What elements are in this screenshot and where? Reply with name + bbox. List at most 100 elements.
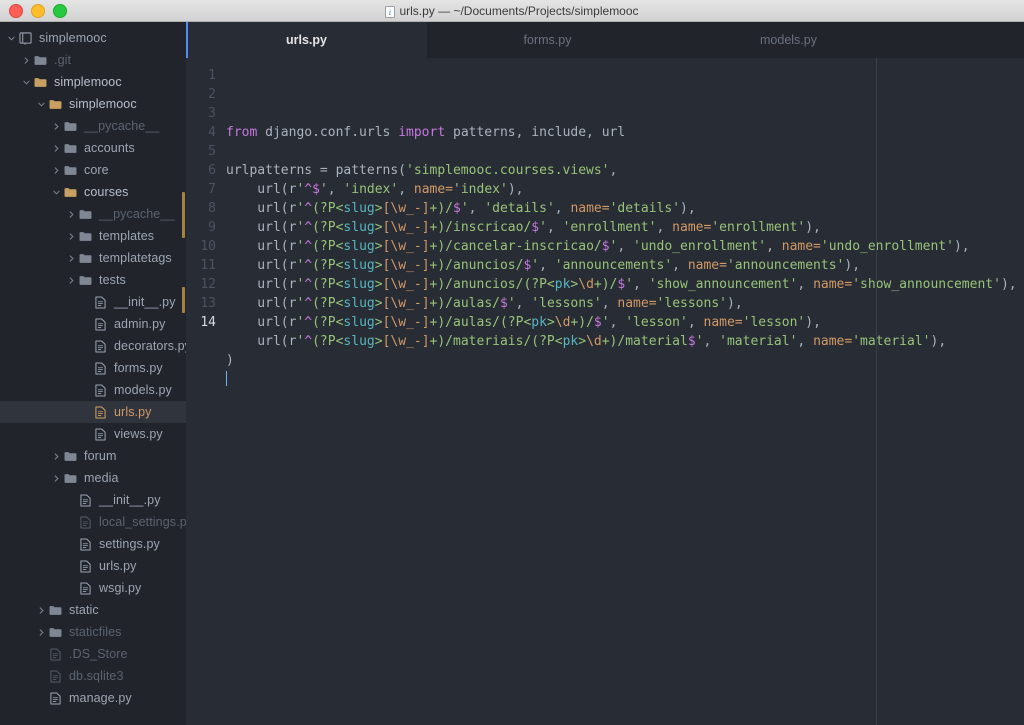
code-token: patterns, include, url — [453, 125, 626, 140]
chevron-right-icon[interactable] — [66, 254, 77, 262]
code-token: , — [327, 182, 344, 197]
tree-file-item[interactable]: admin.py — [0, 313, 186, 335]
file-tree-sidebar[interactable]: simplemooc .git simplemooc simplemooc __pyca… — [0, 22, 186, 725]
maximize-button[interactable] — [53, 3, 67, 18]
tree-item-label: static — [69, 603, 99, 617]
code-line[interactable]: urlpatterns = patterns('simplemooc.cours… — [226, 161, 1024, 180]
code-content[interactable]: from django.conf.urls import patterns, i… — [222, 58, 1024, 725]
code-token: name= — [813, 334, 853, 349]
tree-file-item[interactable]: urls.py — [0, 555, 186, 577]
code-token: 'material' — [852, 334, 931, 349]
tree-file-item[interactable]: db.sqlite3 — [0, 665, 186, 687]
code-token: 'details' — [484, 201, 555, 216]
close-button[interactable] — [9, 3, 23, 18]
code-token: 'announcements' — [554, 258, 673, 273]
tree-file-item[interactable]: models.py — [0, 379, 186, 401]
tree-folder-item[interactable]: tests — [0, 269, 186, 291]
chevron-down-icon[interactable] — [21, 79, 32, 86]
chevron-down-icon[interactable] — [51, 189, 62, 196]
code-token: ^ — [304, 201, 313, 216]
tree-file-item[interactable]: manage.py — [0, 687, 186, 709]
chevron-right-icon[interactable] — [51, 452, 62, 460]
code-token: (?P< — [312, 315, 344, 330]
tree-folder-item[interactable]: templatetags — [0, 247, 186, 269]
tree-folder-item[interactable]: forum — [0, 445, 186, 467]
code-token: [\w_-] — [382, 201, 430, 216]
chevron-right-icon[interactable] — [66, 232, 77, 240]
editor-tab-bar[interactable]: urls.py forms.py models.py — [186, 22, 1024, 58]
editor-tab-label: urls.py — [286, 33, 327, 47]
code-line[interactable]: url(r ' ^(?P<slug>[\w_-]+)/anuncios/(?P<pk… — [226, 275, 1024, 294]
tree-file-item[interactable]: decorators.py — [0, 335, 186, 357]
editor-tab[interactable]: models.py — [668, 22, 909, 58]
tree-file-item[interactable]: __init__.py — [0, 291, 186, 313]
chevron-right-icon[interactable] — [36, 628, 47, 636]
code-line[interactable]: from django.conf.urls import patterns, i… — [226, 123, 1024, 142]
tree-folder-item[interactable]: simplemooc — [0, 27, 186, 49]
code-line[interactable]: ) — [226, 351, 1024, 370]
editor-tab[interactable]: forms.py — [427, 22, 668, 58]
code-line[interactable] — [226, 370, 1024, 389]
tree-folder-item[interactable]: simplemooc — [0, 93, 186, 115]
code-line[interactable]: url(r'^(?P<slug>[\w_-]+)/anuncios/$', 'a… — [226, 256, 1024, 275]
tree-folder-item[interactable]: templates — [0, 225, 186, 247]
tree-file-item[interactable]: local_settings.py — [0, 511, 186, 533]
code-token: ' — [460, 201, 469, 216]
chevron-right-icon[interactable] — [51, 144, 62, 152]
chevron-right-icon[interactable] — [51, 166, 62, 174]
tree-folder-item[interactable]: .git — [0, 49, 186, 71]
code-line[interactable]: url(r'^(?P<slug>[\w_-]+)/$', 'details', … — [226, 199, 1024, 218]
minimize-button[interactable] — [31, 3, 45, 18]
tree-file-item[interactable]: wsgi.py — [0, 577, 186, 599]
tree-file-item[interactable]: settings.py — [0, 533, 186, 555]
tree-folder-item[interactable]: accounts — [0, 137, 186, 159]
code-token: name= — [703, 315, 743, 330]
code-line[interactable]: url(r'^(?P<slug>[\w_-]+)/materiais/(?P<p… — [226, 332, 1024, 351]
tree-file-item[interactable]: forms.py — [0, 357, 186, 379]
code-token: 'lessons' — [531, 296, 602, 311]
tree-folder-item[interactable]: simplemooc — [0, 71, 186, 93]
code-token: ^ — [304, 334, 313, 349]
chevron-right-icon[interactable] — [51, 474, 62, 482]
tree-folder-item[interactable]: courses — [0, 181, 186, 203]
tree-file-item[interactable]: __init__.py — [0, 489, 186, 511]
tree-folder-item[interactable]: static — [0, 599, 186, 621]
code-token: , — [515, 296, 532, 311]
tree-folder-item[interactable]: media — [0, 467, 186, 489]
code-line[interactable]: url(r'^(?P<slug>[\w_-]+)/aulas/$', 'less… — [226, 294, 1024, 313]
chevron-right-icon[interactable] — [51, 122, 62, 130]
tree-item-label: db.sqlite3 — [69, 669, 124, 683]
editor-tab[interactable]: urls.py — [186, 22, 427, 58]
chevron-right-icon[interactable] — [66, 276, 77, 284]
chevron-right-icon[interactable] — [36, 606, 47, 614]
code-line[interactable]: url(r'^(?P<slug>[\w_-]+)/aulas/(?P<pk>\d… — [226, 313, 1024, 332]
editor-pane: urls.py forms.py models.py 1 2 3 4 5 6 7 8 9 10 11 12… — [186, 22, 1024, 725]
chevron-right-icon[interactable] — [66, 210, 77, 218]
tree-folder-item[interactable]: staticfiles — [0, 621, 186, 643]
tree-item-label: urls.py — [114, 405, 152, 419]
tree-file-item[interactable]: .DS_Store — [0, 643, 186, 665]
code-line[interactable] — [226, 142, 1024, 161]
code-line[interactable]: url(r'^(?P<slug>[\w_-]+)/inscricao/$', '… — [226, 218, 1024, 237]
code-token: ), — [507, 182, 524, 197]
code-line[interactable]: url(r'^$', 'index', name='index'), — [226, 180, 1024, 199]
tree-file-item[interactable]: urls.py — [0, 401, 186, 423]
chevron-down-icon[interactable] — [6, 35, 17, 42]
tree-folder-item[interactable]: core — [0, 159, 186, 181]
code-token: > — [374, 315, 383, 330]
file-tree[interactable]: simplemooc .git simplemooc simplemooc __pyca… — [0, 22, 186, 709]
tree-folder-item[interactable]: __pycache__ — [0, 203, 186, 225]
chevron-right-icon[interactable] — [21, 56, 32, 64]
code-token: ^ — [304, 220, 313, 235]
code-token: slug — [343, 239, 375, 254]
tree-file-item[interactable]: views.py — [0, 423, 186, 445]
code-area[interactable]: 1 2 3 4 5 6 7 8 9 10 11 12 13 14 from django.conf.url… — [186, 58, 1024, 725]
window-title-text: urls.py — ~/Documents/Projects/simplemoo… — [399, 3, 639, 18]
code-line[interactable]: url(r'^(?P<slug>[\w_-]+)/cancelar-inscri… — [226, 237, 1024, 256]
code-token: 'material' — [719, 334, 798, 349]
code-lines[interactable]: from django.conf.urls import patterns, i… — [226, 123, 1024, 389]
folder-icon — [47, 627, 64, 638]
tree-folder-item[interactable]: __pycache__ — [0, 115, 186, 137]
chevron-down-icon[interactable] — [36, 101, 47, 108]
folder-icon — [77, 253, 94, 264]
